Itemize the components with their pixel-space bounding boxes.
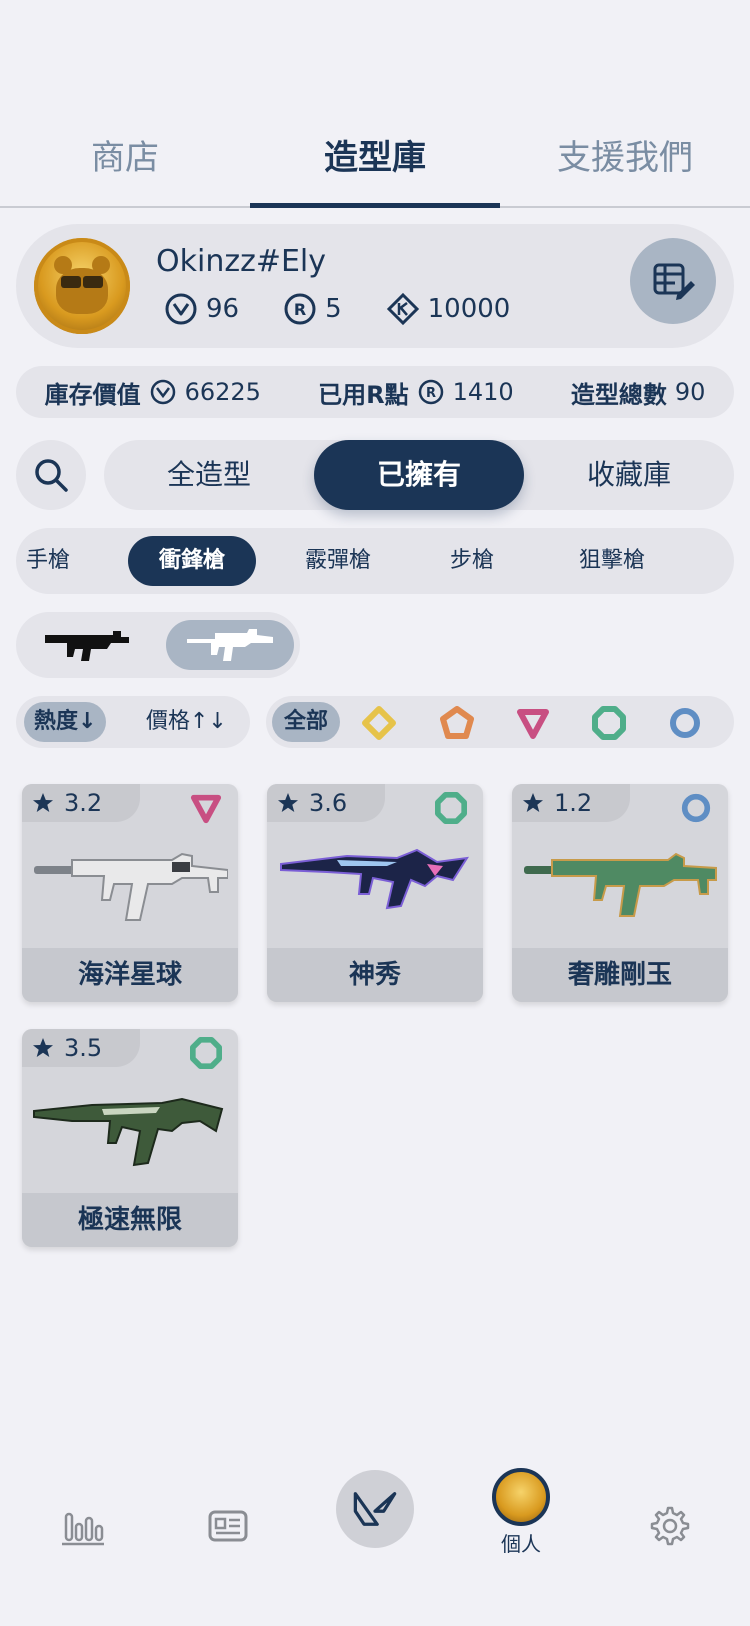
spectre-icon (187, 629, 273, 661)
tab-support[interactable]: 支援我們 (500, 118, 750, 206)
skin-name: 奢雕剛玉 (512, 948, 728, 1002)
star-icon (33, 793, 53, 812)
skin-card[interactable]: 3.2 海洋星球 (22, 784, 238, 1002)
category-pistol[interactable]: 手槍 (18, 536, 78, 586)
inventory-value: 庫存價值 66225 (44, 378, 261, 409)
nav-stats[interactable] (42, 1486, 122, 1566)
vp-value: 96 (206, 294, 240, 324)
tab-store[interactable]: 商店 (0, 118, 250, 206)
weapon-spectre[interactable] (166, 620, 294, 670)
nav-news[interactable] (188, 1486, 268, 1566)
sort-price[interactable]: 價格↑↓ (136, 702, 237, 742)
search-button[interactable] (16, 440, 86, 510)
premium-tier-icon[interactable] (516, 706, 550, 740)
skin-image (524, 852, 717, 917)
ownership-filter: 全造型 已擁有 收藏庫 (104, 440, 734, 510)
star-icon (33, 1038, 53, 1057)
radianite-points-icon: R (284, 293, 316, 325)
vp-stat: 96 (164, 292, 239, 326)
stinger-icon (45, 631, 129, 661)
kc-stat: 10000 (386, 292, 511, 326)
deluxe-tier-icon[interactable] (440, 706, 474, 740)
rating-badge: 3.6 (267, 784, 385, 822)
sort-popularity[interactable]: 熱度↓ (24, 702, 107, 742)
star-icon (278, 793, 298, 812)
grid-edit-icon (653, 263, 695, 300)
skin-card[interactable]: 3.6 神秀 (267, 784, 483, 1002)
premium-tier-icon (190, 794, 222, 824)
username: Okinzz#Ely (156, 244, 327, 279)
ultra-tier-icon[interactable] (668, 706, 702, 740)
skin-image (280, 848, 469, 910)
kingdom-credits-icon (386, 292, 419, 326)
nav-settings[interactable] (628, 1486, 708, 1566)
segment-owned[interactable]: 已擁有 (314, 440, 524, 510)
profile-card: Okinzz#Ely 96 R 5 10000 (16, 224, 734, 348)
inventory-summary: 庫存價值 66225 已用R點 R 1410 造型總數 90 (16, 366, 734, 418)
used-rp: 已用R點 R 1410 (318, 378, 514, 409)
gear-icon (650, 1506, 690, 1546)
rarity-filter: 全部 (266, 696, 734, 748)
exclusive-tier-icon (435, 792, 467, 824)
newspaper-icon (208, 1510, 248, 1542)
skin-name: 海洋星球 (22, 948, 238, 1002)
nav-profile-label[interactable]: 個人 (480, 1528, 562, 1557)
skin-name: 極速無限 (22, 1193, 238, 1247)
avatar[interactable] (34, 238, 130, 334)
weapon-category-bar[interactable]: 手槍 衝鋒槍 霰彈槍 步槍 狙擊槍 (16, 528, 734, 594)
rating-badge: 3.2 (22, 784, 140, 822)
search-icon (35, 459, 68, 492)
weapon-stinger[interactable] (22, 620, 150, 670)
weapon-type-toggle (16, 612, 300, 678)
category-shotgun[interactable]: 霰彈槍 (288, 536, 388, 586)
skin-name: 神秀 (267, 948, 483, 1002)
valorant-points-icon (150, 379, 175, 405)
edit-layout-button[interactable] (630, 238, 716, 324)
svg-text:R: R (294, 300, 306, 319)
select-tier-icon[interactable] (362, 706, 396, 740)
rating-badge: 1.2 (512, 784, 630, 822)
valorant-points-icon (165, 293, 197, 325)
category-sniper[interactable]: 狙擊槍 (562, 536, 662, 586)
tab-collection[interactable]: 造型庫 (250, 118, 500, 208)
top-tabs: 商店 造型庫 支援我們 (0, 118, 750, 208)
skin-card[interactable]: 1.2 奢雕剛玉 (512, 784, 728, 1002)
bar-chart-icon (62, 1512, 104, 1546)
sort-options: 熱度↓ 價格↑↓ (16, 696, 250, 748)
category-rifle[interactable]: 步槍 (432, 536, 512, 586)
rp-stat: R 5 (283, 292, 342, 326)
nav-valorant[interactable] (336, 1470, 414, 1548)
ultra-tier-icon (681, 793, 711, 823)
category-smg[interactable]: 衝鋒槍 (128, 536, 256, 586)
segment-all-skins[interactable]: 全造型 (104, 440, 314, 510)
rarity-all[interactable]: 全部 (272, 702, 341, 742)
skins-total: 造型總數 90 (570, 378, 706, 409)
skin-image (33, 1097, 224, 1167)
exclusive-tier-icon (190, 1037, 222, 1069)
kc-value: 10000 (427, 294, 511, 324)
rp-value: 5 (325, 294, 342, 324)
skin-image (34, 852, 228, 921)
skin-card[interactable]: 3.5 極速無限 (22, 1029, 238, 1247)
currency-stats: 96 R 5 10000 (164, 292, 554, 326)
rating-badge: 3.5 (22, 1029, 140, 1067)
valorant-logo-icon (353, 1492, 397, 1526)
radianite-points-icon: R (418, 379, 443, 405)
segment-collection[interactable]: 收藏庫 (524, 440, 734, 510)
star-icon (523, 793, 543, 812)
exclusive-tier-icon[interactable] (592, 706, 626, 740)
nav-profile-avatar[interactable] (492, 1468, 550, 1526)
svg-text:R: R (426, 386, 436, 401)
bottom-nav: 個人 (0, 1446, 750, 1626)
